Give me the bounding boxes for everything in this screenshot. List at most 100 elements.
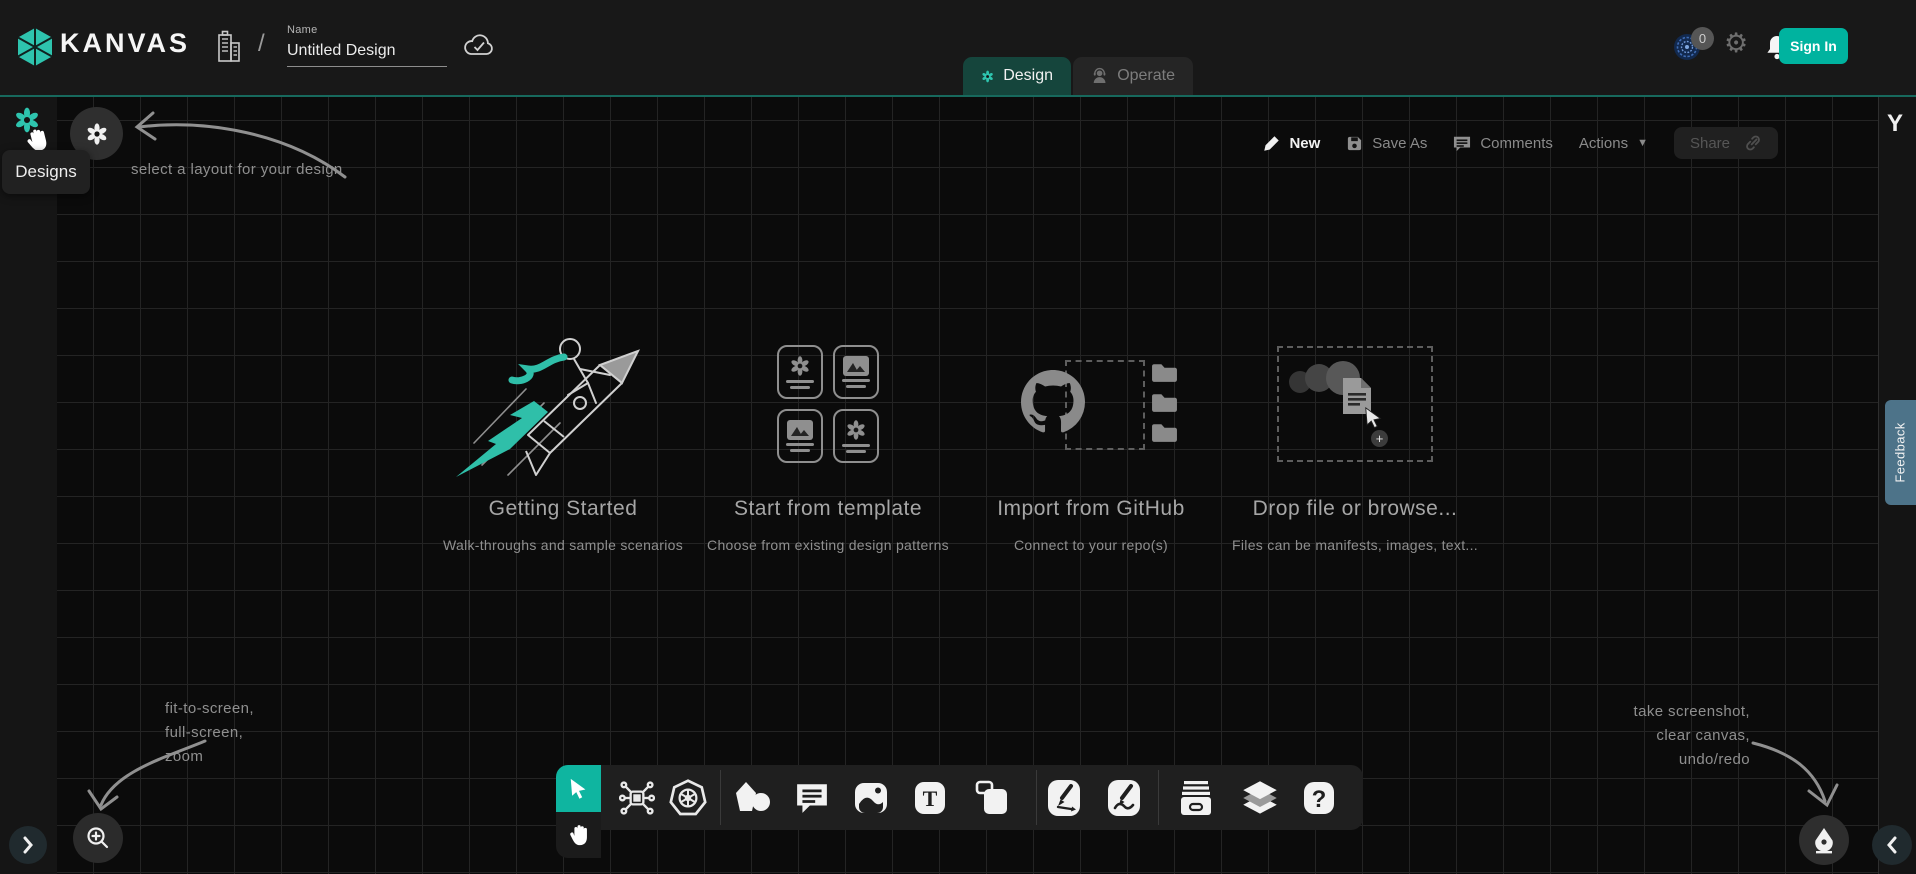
notification-badge: 0 — [1691, 27, 1714, 50]
screenshot-hint-arrow — [1745, 735, 1845, 815]
comment-bubble-icon — [795, 781, 829, 815]
collapse-right-panel-button[interactable] — [1872, 825, 1912, 865]
breadcrumb-separator: / — [258, 30, 265, 58]
hint-clear-canvas: clear canvas, — [1634, 724, 1750, 748]
organization-icon[interactable] — [213, 30, 243, 64]
tile-subtitle: Files can be manifests, images, text... — [1232, 537, 1478, 553]
component-tool[interactable] — [619, 780, 655, 816]
hint-undo-redo: undo/redo — [1634, 748, 1750, 772]
zoom-button[interactable] — [73, 813, 123, 863]
tab-operate[interactable]: Operate — [1073, 57, 1193, 95]
tile-getting-started[interactable]: Getting Started Walk-throughs and sample… — [423, 325, 703, 553]
name-field-label: Name — [287, 24, 318, 36]
history-drawer-icon — [1178, 780, 1214, 816]
screenshot-button[interactable] — [1799, 815, 1849, 865]
text-tool[interactable]: T — [914, 780, 947, 816]
tile-drop-file[interactable]: + Drop file or browse... Files can be ma… — [1215, 325, 1495, 553]
settings-gear-icon[interactable]: ⚙ — [1724, 30, 1748, 57]
tab-design[interactable]: Design — [963, 57, 1071, 95]
template-card-spiral — [777, 345, 823, 399]
layout-hint-arrow — [117, 105, 357, 195]
kubernetes-tool[interactable] — [669, 779, 707, 817]
expand-left-panel-button[interactable] — [9, 826, 47, 864]
tile-start-from-template[interactable]: Start from template Choose from existing… — [688, 325, 968, 553]
designs-tooltip: Designs — [2, 150, 90, 194]
tile-subtitle: Connect to your repo(s) — [1014, 537, 1168, 553]
help-tool[interactable]: ? — [1303, 780, 1336, 816]
save-as-label: Save As — [1372, 135, 1427, 152]
tile-subtitle: Choose from existing design patterns — [707, 537, 949, 553]
tile-title: Import from GitHub — [997, 497, 1185, 521]
github-octocat-icon — [1021, 370, 1085, 434]
text-T-icon: T — [914, 780, 947, 816]
tab-operate-label: Operate — [1117, 67, 1175, 85]
drop-file-illustration: + — [1215, 325, 1495, 483]
help-question-icon: ? — [1303, 780, 1336, 816]
freehand-pencil-icon — [1107, 779, 1141, 817]
note-section-icon — [975, 780, 1009, 816]
feedback-tab[interactable]: Feedback — [1885, 400, 1916, 505]
tile-title: Drop file or browse... — [1253, 497, 1458, 521]
tile-import-github[interactable]: Import from GitHub Connect to your repo(… — [951, 325, 1231, 553]
folder-icon — [1151, 362, 1178, 383]
spiral-icon — [845, 419, 867, 441]
template-illustration — [688, 325, 968, 483]
component-circuit-icon — [619, 780, 655, 816]
top-bar: KANVAS / Name Design Operate — [0, 0, 1916, 97]
select-tool[interactable] — [556, 765, 601, 812]
design-name-input[interactable] — [287, 40, 447, 67]
new-label: New — [1289, 135, 1320, 152]
caret-down-icon: ▼ — [1637, 137, 1648, 149]
edge-tool[interactable] — [1047, 779, 1081, 817]
actions-label: Actions — [1579, 135, 1628, 152]
design-canvas[interactable]: select a layout for your design New Save… — [57, 97, 1878, 874]
getting-started-illustration — [423, 325, 703, 483]
shapes-tool[interactable] — [735, 781, 773, 815]
cursor-arrow-icon — [568, 778, 590, 800]
tab-design-label: Design — [1003, 67, 1053, 85]
new-button[interactable]: New — [1263, 135, 1320, 152]
drop-cursor-icon — [1363, 406, 1385, 430]
tile-title: Start from template — [734, 497, 922, 521]
app-title: KANVAS — [60, 28, 190, 59]
screenshot-hints-text: take screenshot, clear canvas, undo/redo — [1634, 700, 1750, 772]
comments-icon — [1453, 135, 1471, 152]
kubernetes-wheel-icon — [669, 779, 707, 817]
save-floppy-icon — [1346, 135, 1363, 152]
template-card-image — [833, 345, 879, 399]
zoom-hint-arrow — [87, 733, 217, 823]
designs-tooltip-label: Designs — [15, 162, 76, 182]
history-tool[interactable] — [1178, 780, 1214, 816]
cloud-sync-icon[interactable] — [463, 33, 495, 58]
comments-button[interactable]: Comments — [1453, 135, 1553, 152]
layers-tool[interactable] — [1241, 780, 1279, 816]
drop-zone[interactable]: + — [1277, 346, 1433, 462]
sign-in-button[interactable]: Sign In — [1779, 28, 1848, 64]
hint-take-screenshot: take screenshot, — [1634, 700, 1750, 724]
media-tool[interactable] — [853, 781, 889, 815]
canvas-actions-row: New Save As Comments Actions ▼ Share — [1263, 125, 1778, 161]
actions-dropdown[interactable]: Actions ▼ — [1579, 135, 1648, 152]
image-icon — [843, 356, 869, 376]
save-as-button[interactable]: Save As — [1346, 135, 1427, 152]
plus-badge: + — [1371, 430, 1388, 447]
pen-nib-icon — [1813, 827, 1835, 854]
note-tool[interactable] — [975, 780, 1009, 816]
hand-palm-icon — [567, 822, 591, 848]
chevron-right-icon — [22, 836, 34, 854]
svg-text:T: T — [923, 786, 938, 811]
folder-icon — [1151, 392, 1178, 413]
freehand-tool[interactable] — [1107, 779, 1141, 817]
template-card-image — [777, 409, 823, 463]
hint-fit-to-screen: fit-to-screen, — [165, 697, 254, 721]
magnifier-plus-icon — [85, 825, 111, 851]
pan-tool[interactable] — [556, 812, 601, 858]
rocket-rider-illustration — [448, 325, 678, 483]
image-icon — [787, 420, 813, 440]
layers-stack-icon — [1241, 780, 1279, 816]
comment-tool[interactable] — [795, 781, 829, 815]
chevron-left-icon — [1886, 836, 1898, 854]
repo-folder-list — [1151, 362, 1178, 443]
y-logo: Y — [1887, 110, 1903, 138]
share-button[interactable]: Share — [1674, 127, 1778, 159]
